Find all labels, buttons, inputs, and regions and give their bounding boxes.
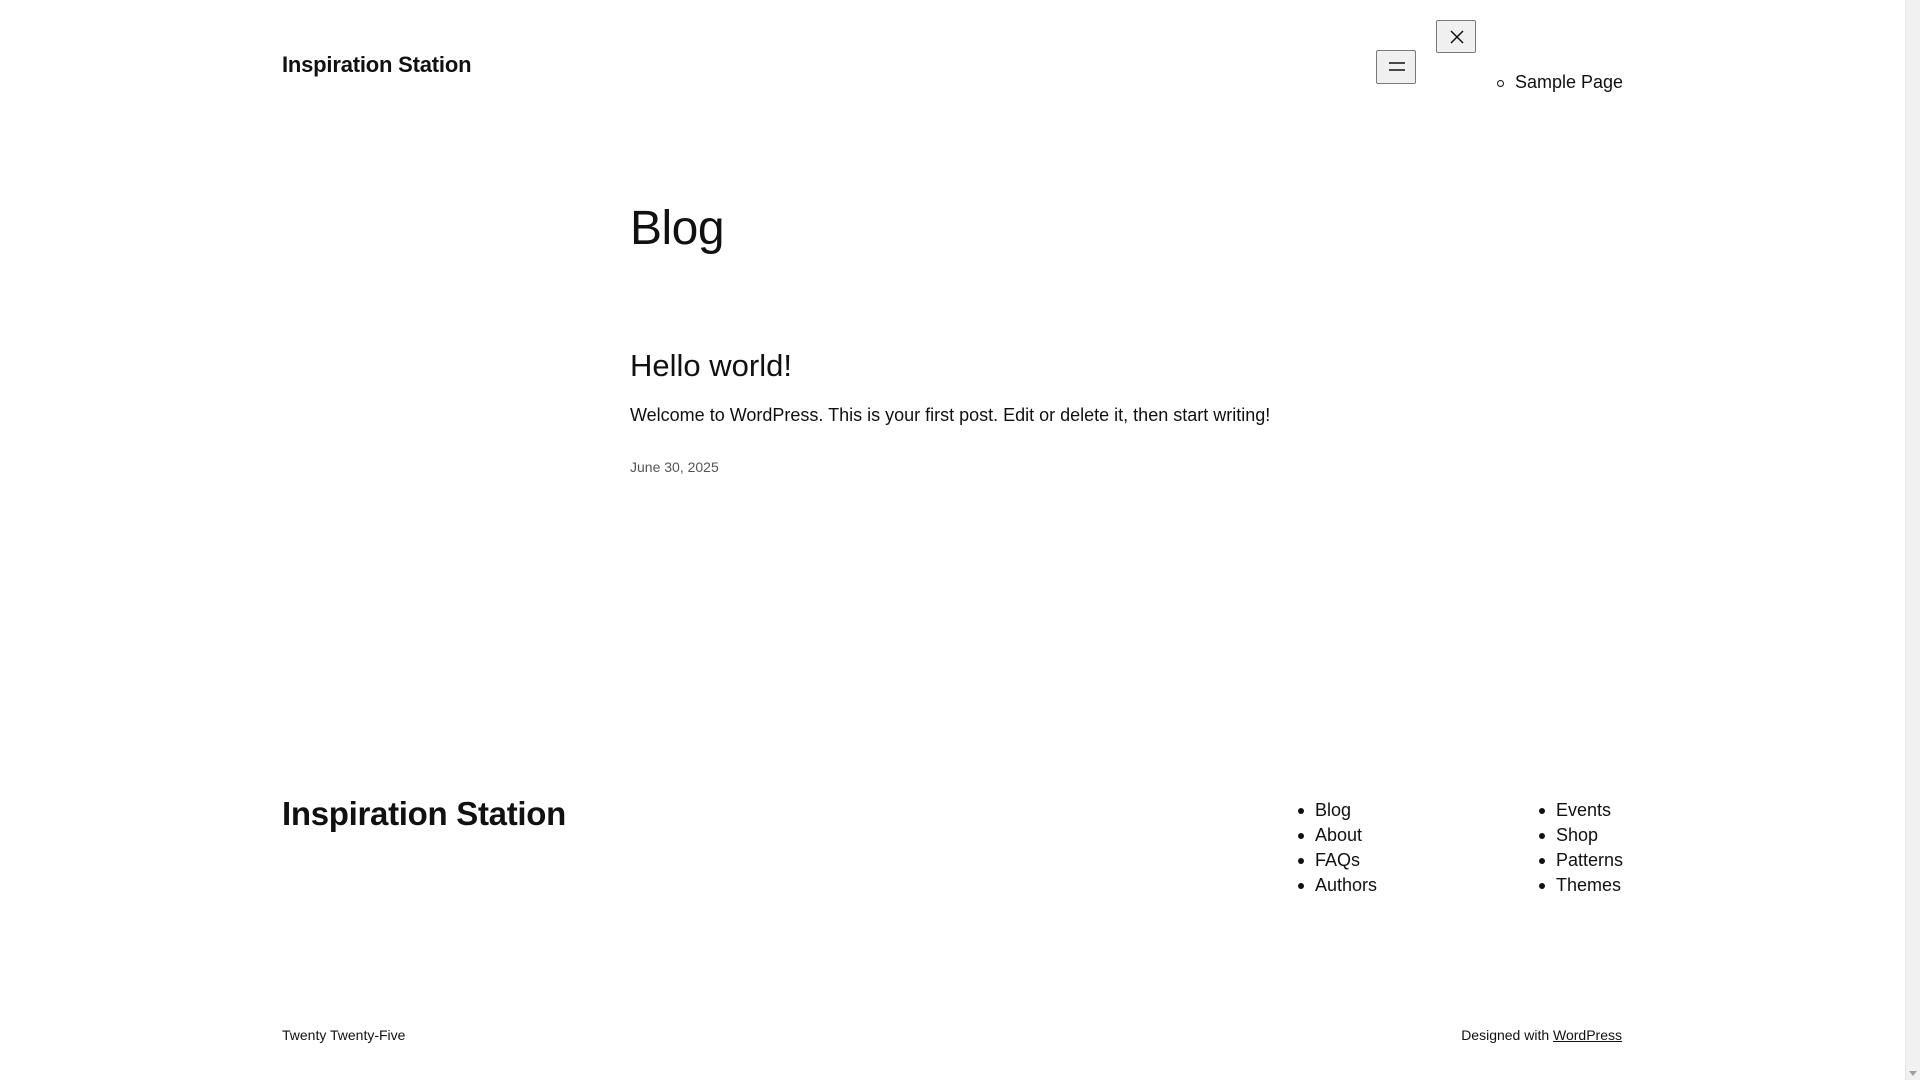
nav-item-sample-page[interactable]: Sample Page — [1497, 72, 1623, 93]
footer-link-blog[interactable]: Blog — [1297, 798, 1377, 823]
footer-nav-secondary: Events Shop Patterns Themes — [1538, 798, 1623, 898]
wordpress-link[interactable]: WordPress — [1553, 1027, 1622, 1043]
credit-prefix: Designed with — [1461, 1027, 1550, 1043]
theme-credit: Twenty Twenty-Five — [282, 1027, 406, 1043]
post-date: June 30, 2025 — [630, 459, 719, 475]
post-title[interactable]: Hello world! — [630, 348, 792, 384]
post-excerpt: Welcome to WordPress. This is your first… — [630, 405, 1271, 425]
footer-link-about[interactable]: About — [1297, 823, 1377, 848]
footer-link-faqs[interactable]: FAQs — [1297, 848, 1377, 873]
site-title[interactable]: Inspiration Station — [282, 52, 472, 78]
open-menu-button[interactable] — [1376, 50, 1416, 84]
close-menu-button[interactable] — [1436, 20, 1476, 53]
scroll-down-arrow-icon[interactable] — [1909, 1071, 1917, 1076]
footer-nav-primary: Blog About FAQs Authors — [1297, 798, 1377, 898]
footer-link-themes[interactable]: Themes — [1538, 873, 1623, 898]
vertical-scrollbar[interactable] — [1905, 0, 1920, 1080]
designed-with-credit: Designed with WordPress — [1461, 1027, 1622, 1043]
footer-link-events[interactable]: Events — [1538, 798, 1623, 823]
hamburger-icon — [1389, 62, 1405, 71]
footer-link-patterns[interactable]: Patterns — [1538, 848, 1623, 873]
overlay-navigation: Sample Page — [1497, 72, 1623, 93]
footer-link-authors[interactable]: Authors — [1297, 873, 1377, 898]
page-title: Blog — [630, 202, 725, 255]
footer-link-shop[interactable]: Shop — [1538, 823, 1623, 848]
close-icon — [1450, 30, 1464, 44]
footer-site-title[interactable]: Inspiration Station — [282, 795, 566, 833]
